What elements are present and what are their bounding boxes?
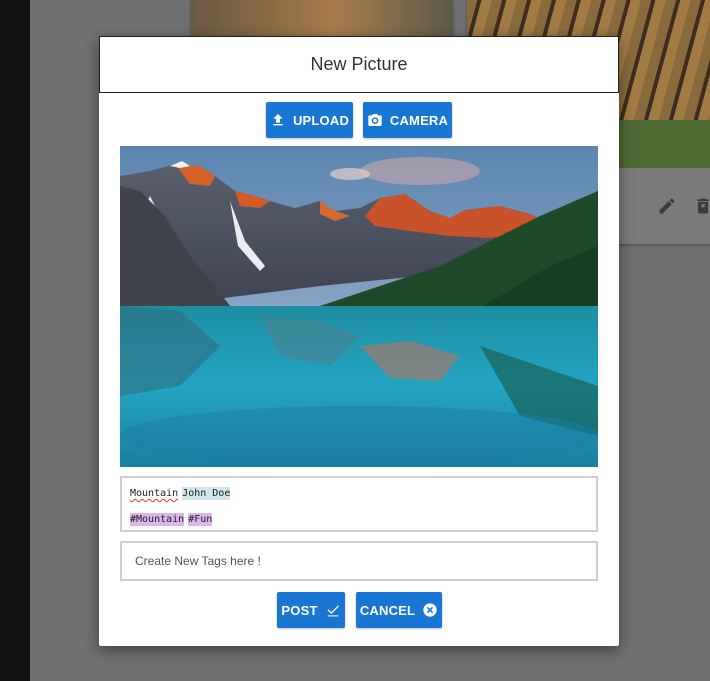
picture-preview	[120, 146, 598, 467]
upload-label: UPLOAD	[292, 112, 350, 128]
tag-line-1: Mountain John Doe	[130, 487, 231, 500]
cat-photo	[191, 0, 453, 40]
hashtag: #Fun	[188, 513, 213, 526]
new-picture-dialog: New Picture UPLOAD CAMERA Mountain John …	[99, 36, 619, 646]
camera-button[interactable]: CAMERA	[363, 102, 452, 138]
upload-button[interactable]: UPLOAD	[266, 102, 353, 138]
pencil-icon[interactable]	[657, 196, 677, 216]
card-actions	[657, 196, 710, 216]
dialog-header: New Picture	[99, 36, 619, 93]
check-icon	[327, 605, 339, 617]
person-tag: John Doe	[182, 487, 231, 500]
app-side-strip	[0, 0, 30, 681]
close-circle-icon	[423, 603, 437, 617]
camera-label: CAMERA	[389, 112, 449, 128]
tag-display-area[interactable]: Mountain John Doe #Mountain #Fun	[120, 476, 598, 532]
camera-icon	[368, 114, 382, 126]
mountain-lake-image	[120, 146, 598, 467]
gallery-card-cat	[191, 0, 453, 40]
tag-line-2: #Mountain #Fun	[130, 513, 213, 526]
new-tag-field[interactable]	[120, 541, 598, 581]
trash-icon[interactable]	[693, 196, 710, 216]
dialog-title: New Picture	[310, 54, 408, 74]
hashtag: #Mountain	[130, 513, 185, 526]
post-button[interactable]: POST	[277, 592, 345, 628]
upload-icon	[273, 114, 283, 126]
new-tag-input[interactable]	[122, 543, 596, 579]
tag-word: Mountain	[130, 488, 179, 499]
cancel-label: CANCEL	[359, 602, 416, 618]
post-label: POST	[281, 602, 318, 618]
cancel-button[interactable]: CANCEL	[356, 592, 442, 628]
